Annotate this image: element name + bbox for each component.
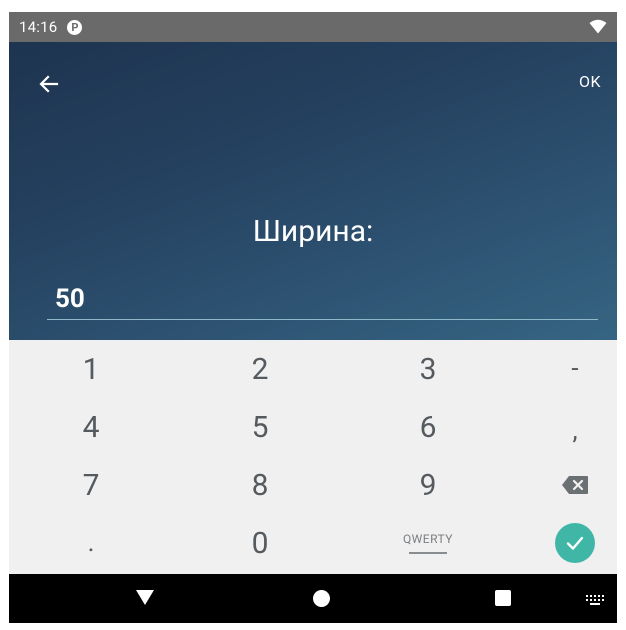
value-text: 50 [55, 284, 85, 314]
dialog-header: OK Ширина: 50 [9, 42, 617, 340]
key-4[interactable]: 4 [15, 398, 167, 456]
key-period[interactable]: . [15, 514, 167, 572]
key-8[interactable]: 8 [184, 456, 336, 514]
square-recents-icon[interactable] [495, 590, 511, 606]
key-minus[interactable]: - [499, 340, 617, 398]
done-key[interactable] [499, 514, 617, 572]
key-5[interactable]: 5 [184, 398, 336, 456]
qwerty-switch-key[interactable]: QWERTY [352, 514, 504, 572]
triangle-back-icon[interactable] [136, 590, 154, 605]
prompt-label: Ширина: [252, 214, 374, 249]
arrow-left-icon[interactable] [37, 72, 61, 96]
status-time: 14:16 [19, 18, 58, 36]
key-0[interactable]: 0 [184, 514, 336, 572]
key-3[interactable]: 3 [352, 340, 504, 398]
ok-button[interactable]: OK [579, 72, 601, 91]
backspace-key[interactable] [499, 456, 617, 514]
key-2[interactable]: 2 [184, 340, 336, 398]
device-screen: 14:16 P OK Ширина: 50 1 2 3 - 4 5 6 , 7 … [9, 12, 617, 623]
qwerty-label: QWERTY [403, 532, 453, 546]
keyboard-icon[interactable] [585, 594, 605, 606]
key-9[interactable]: 9 [352, 456, 504, 514]
qwerty-underline [409, 552, 447, 554]
width-value-input[interactable]: 50 [47, 284, 598, 320]
key-1[interactable]: 1 [15, 340, 167, 398]
circle-home-icon[interactable] [313, 590, 330, 607]
key-comma[interactable]: , [499, 402, 617, 460]
key-7[interactable]: 7 [15, 456, 167, 514]
wifi-icon [589, 19, 607, 34]
navigation-bar [9, 574, 617, 623]
key-6[interactable]: 6 [352, 398, 504, 456]
check-icon [555, 523, 595, 563]
backspace-icon [562, 476, 588, 494]
p-icon: P [67, 19, 83, 35]
status-bar: 14:16 P [9, 12, 617, 42]
numeric-keypad: 1 2 3 - 4 5 6 , 7 8 9 . 0 QWERTY [9, 340, 617, 574]
